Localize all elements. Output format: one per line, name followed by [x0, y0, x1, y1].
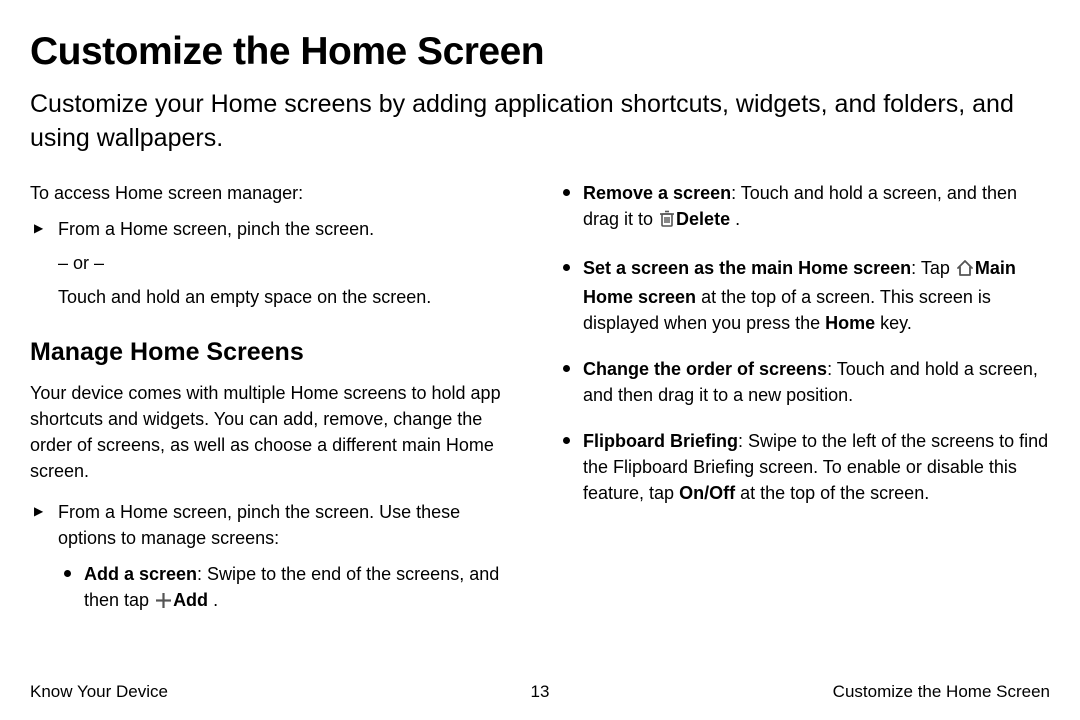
manage-options-cont: Remove a screen: Touch and hold a screen… [557, 180, 1050, 507]
manage-step: ▶ From a Home screen, pinch the screen. … [30, 499, 523, 616]
intro-paragraph: Customize your Home screens by adding ap… [30, 88, 1050, 156]
home-icon [956, 258, 974, 284]
option-text-end: . [730, 209, 740, 229]
option-label: Remove a screen [583, 183, 731, 203]
footer-right: Customize the Home Screen [833, 682, 1050, 702]
option-label: Flipboard Briefing [583, 431, 738, 451]
manage-heading: Manage Home Screens [30, 334, 523, 370]
page-title: Customize the Home Screen [30, 30, 1050, 74]
right-column: Remove a screen: Touch and hold a screen… [557, 180, 1050, 636]
option-label: Change the order of screens [583, 359, 827, 379]
option-text-end: at the top of the screen. [735, 483, 929, 503]
home-key-label: Home [825, 313, 875, 333]
page-footer: Know Your Device 13 Customize the Home S… [0, 682, 1080, 702]
option-set-main: Set a screen as the main Home screen: Ta… [557, 255, 1050, 336]
manage-options: Add a screen: Swipe to the end of the sc… [58, 561, 523, 616]
manage-steps: ▶ From a Home screen, pinch the screen. … [30, 499, 523, 616]
left-column: To access Home screen manager: ▶ From a … [30, 180, 523, 636]
step-text: From a Home screen, pinch the screen. Us… [58, 502, 460, 548]
onoff-label: On/Off [679, 483, 735, 503]
manage-paragraph: Your device comes with multiple Home scr… [30, 380, 523, 484]
icon-label: Delete [676, 209, 730, 229]
option-text: : Tap [911, 258, 955, 278]
content-columns: To access Home screen manager: ▶ From a … [30, 180, 1050, 636]
icon-label: Add [173, 590, 208, 610]
option-label: Add a screen [84, 564, 197, 584]
option-change-order: Change the order of screens: Touch and h… [557, 356, 1050, 408]
access-steps: ▶ From a Home screen, pinch the screen. [30, 216, 523, 242]
triangle-icon: ▶ [34, 505, 43, 517]
manual-page: Customize the Home Screen Customize your… [0, 0, 1080, 720]
access-lead: To access Home screen manager: [30, 180, 523, 206]
option-remove-screen: Remove a screen: Touch and hold a screen… [557, 180, 1050, 235]
footer-left: Know Your Device [30, 682, 168, 702]
option-text-end: . [208, 590, 218, 610]
access-step: ▶ From a Home screen, pinch the screen. [30, 216, 523, 242]
option-text-end: key. [875, 313, 912, 333]
or-separator: – or – [30, 250, 523, 276]
or-alternative: Touch and hold an empty space on the scr… [30, 284, 523, 310]
triangle-icon: ▶ [34, 222, 43, 234]
option-flipboard: Flipboard Briefing: Swipe to the left of… [557, 428, 1050, 506]
footer-page-number: 13 [531, 682, 550, 702]
option-add-screen: Add a screen: Swipe to the end of the sc… [58, 561, 523, 616]
step-text: From a Home screen, pinch the screen. [58, 219, 374, 239]
option-label: Set a screen as the main Home screen [583, 258, 911, 278]
trash-icon [659, 209, 675, 235]
plus-icon [155, 590, 172, 616]
